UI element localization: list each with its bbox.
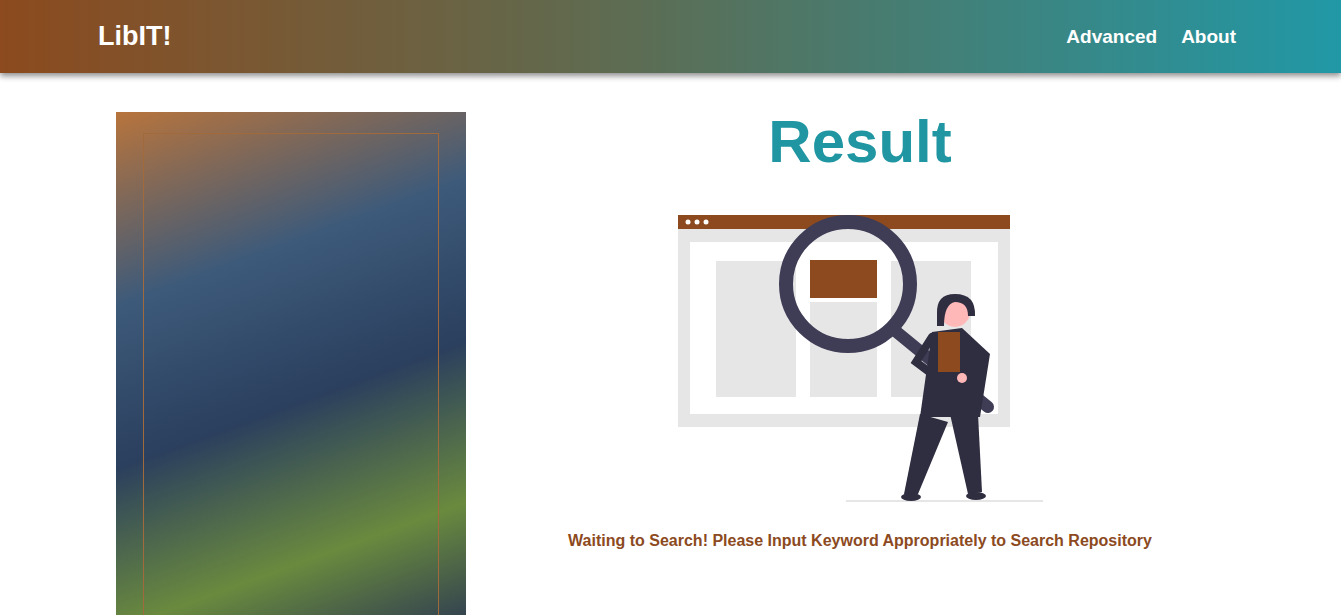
result-panel: Result Waiting to Search! xyxy=(466,112,1254,615)
cover-frame xyxy=(143,133,439,615)
nav-link[interactable]: About xyxy=(1181,27,1236,46)
search-illustration-icon xyxy=(670,210,1050,505)
status-message: Waiting to Search! Please Input Keyword … xyxy=(568,531,1152,551)
main-nav: Advanced About xyxy=(1066,27,1236,46)
result-title: Result xyxy=(768,112,951,172)
logo[interactable]: LibIT! xyxy=(98,23,171,50)
nav-link[interactable]: Advanced xyxy=(1066,27,1157,46)
top-bar: LibIT! Advanced About xyxy=(0,0,1341,73)
content: Result Waiting to Search! xyxy=(0,73,1341,615)
book-cover xyxy=(116,112,466,615)
